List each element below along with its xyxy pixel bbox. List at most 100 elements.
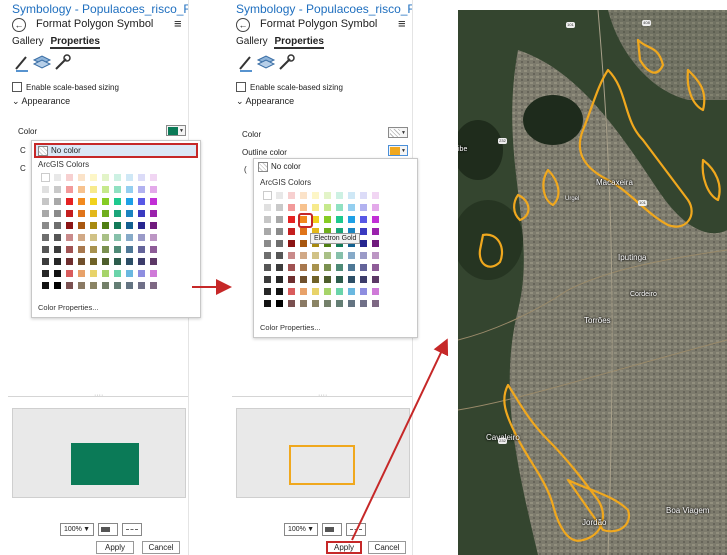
color-swatch[interactable] [114, 174, 121, 181]
menu-icon[interactable]: ≡ [174, 16, 182, 31]
color-swatch[interactable] [54, 270, 61, 277]
color-swatch[interactable] [324, 288, 331, 295]
color-swatch[interactable] [78, 258, 85, 265]
color-swatch[interactable] [276, 228, 283, 235]
color-swatch[interactable] [300, 252, 307, 259]
color-swatch[interactable] [114, 210, 121, 217]
color-swatch[interactable] [276, 252, 283, 259]
color-swatch[interactable] [264, 204, 271, 211]
color-swatch[interactable] [102, 258, 109, 265]
color-swatch[interactable] [300, 300, 307, 307]
color-swatch[interactable] [264, 264, 271, 271]
color-swatch[interactable] [42, 186, 49, 193]
color-swatch[interactable] [312, 264, 319, 271]
color-swatch[interactable] [90, 270, 97, 277]
color-swatch[interactable] [102, 210, 109, 217]
color-swatch[interactable] [360, 216, 367, 223]
appearance-header[interactable]: ⌄ Appearance [236, 96, 294, 107]
wrench-icon[interactable] [279, 54, 295, 70]
color-swatch[interactable] [150, 198, 157, 205]
color-swatch[interactable] [336, 216, 343, 223]
color-swatch[interactable] [102, 282, 109, 289]
color-swatch[interactable] [312, 252, 319, 259]
layers-icon[interactable] [32, 55, 52, 69]
color-swatch[interactable] [78, 282, 85, 289]
color-swatch[interactable] [42, 258, 49, 265]
layers-icon[interactable] [256, 55, 276, 69]
color-swatch[interactable] [150, 174, 157, 181]
color-swatch[interactable] [300, 276, 307, 283]
color-swatch[interactable] [138, 258, 145, 265]
color-swatch[interactable] [150, 282, 157, 289]
color-swatch[interactable] [102, 222, 109, 229]
color-swatch[interactable] [264, 216, 271, 223]
color-swatch[interactable] [150, 258, 157, 265]
color-swatch[interactable] [90, 222, 97, 229]
apply-button[interactable]: Apply [96, 541, 134, 554]
color-swatch[interactable] [372, 204, 379, 211]
color-swatch[interactable] [336, 192, 343, 199]
color-swatch[interactable] [372, 288, 379, 295]
paintbrush-icon[interactable] [239, 56, 252, 72]
color-swatch[interactable] [150, 234, 157, 241]
zoom-dropdown[interactable]: 100% ▼ [284, 523, 318, 536]
color-swatch[interactable] [300, 240, 307, 247]
color-swatch[interactable] [126, 270, 133, 277]
color-swatch[interactable] [138, 210, 145, 217]
color-swatch[interactable] [66, 222, 73, 229]
color-swatch[interactable] [150, 246, 157, 253]
color-swatch[interactable] [126, 186, 133, 193]
color-swatch[interactable] [372, 216, 379, 223]
color-swatch[interactable] [264, 240, 271, 247]
color-swatch[interactable] [66, 258, 73, 265]
color-swatch[interactable] [336, 252, 343, 259]
color-swatch[interactable] [150, 186, 157, 193]
color-swatch[interactable] [360, 204, 367, 211]
color-swatch[interactable] [78, 270, 85, 277]
background-picker[interactable] [322, 523, 342, 536]
color-swatch[interactable] [312, 300, 319, 307]
color-swatch[interactable] [276, 264, 283, 271]
color-swatch[interactable] [324, 216, 331, 223]
color-swatch[interactable] [54, 258, 61, 265]
color-swatch[interactable] [42, 246, 49, 253]
color-swatch[interactable] [312, 288, 319, 295]
color-swatch[interactable] [42, 282, 49, 289]
color-swatch[interactable] [78, 246, 85, 253]
cancel-button[interactable]: Cancel [142, 541, 180, 554]
color-properties-link[interactable]: Color Properties... [38, 303, 98, 312]
color-swatch[interactable] [360, 192, 367, 199]
color-swatch[interactable] [263, 191, 272, 200]
color-swatch[interactable] [150, 270, 157, 277]
color-swatch[interactable] [138, 174, 145, 181]
color-swatch[interactable] [126, 210, 133, 217]
color-swatch[interactable] [138, 282, 145, 289]
color-swatch[interactable] [372, 276, 379, 283]
color-swatch[interactable] [360, 228, 367, 235]
color-swatch[interactable] [324, 276, 331, 283]
color-swatch[interactable] [276, 288, 283, 295]
no-background-icon[interactable] [122, 523, 142, 536]
color-swatch[interactable] [138, 270, 145, 277]
color-swatch[interactable] [372, 300, 379, 307]
color-swatch[interactable] [126, 282, 133, 289]
color-swatch[interactable] [66, 246, 73, 253]
color-swatch[interactable] [54, 282, 61, 289]
color-swatch[interactable] [372, 252, 379, 259]
color-swatch[interactable] [54, 234, 61, 241]
color-swatch[interactable] [288, 228, 295, 235]
color-swatch[interactable] [372, 228, 379, 235]
color-swatch[interactable] [372, 240, 379, 247]
color-swatch[interactable] [78, 222, 85, 229]
color-swatch[interactable] [300, 192, 307, 199]
color-swatch[interactable] [114, 258, 121, 265]
color-swatch[interactable] [288, 276, 295, 283]
color-swatch[interactable] [360, 300, 367, 307]
cancel-button[interactable]: Cancel [368, 541, 406, 554]
color-swatch[interactable] [348, 288, 355, 295]
color-swatch[interactable] [348, 204, 355, 211]
color-swatch[interactable] [54, 174, 61, 181]
color-swatch[interactable] [312, 192, 319, 199]
color-swatch[interactable] [90, 198, 97, 205]
color-swatch[interactable] [336, 264, 343, 271]
